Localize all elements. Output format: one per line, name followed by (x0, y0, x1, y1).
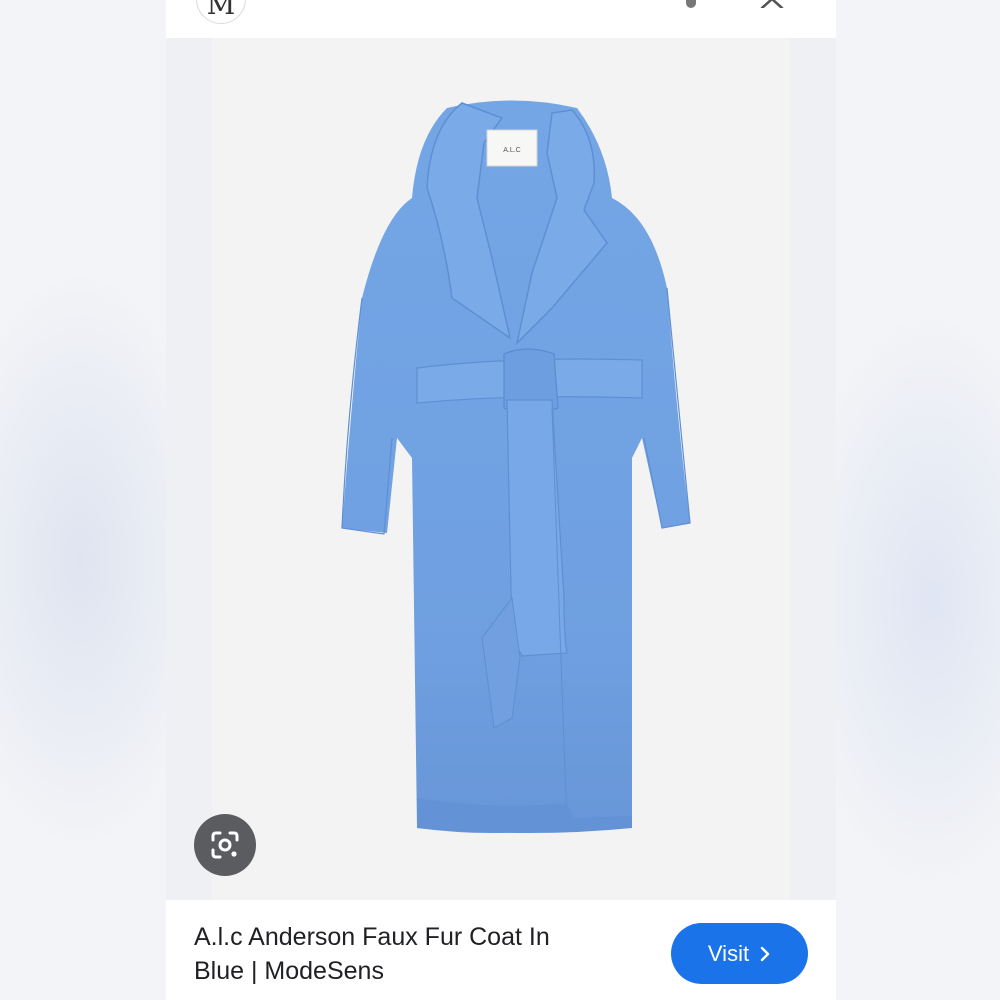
site-avatar[interactable]: M (196, 0, 246, 24)
image-preview[interactable]: A.L.C (166, 38, 836, 900)
visit-label: Visit (707, 940, 750, 966)
result-title[interactable]: A.l.c Anderson Faux Fur Coat In Blue | M… (194, 920, 634, 988)
more-vert-icon[interactable] (686, 0, 696, 8)
coat-label: A.L.C (503, 147, 521, 154)
site-avatar-letter: M (206, 0, 236, 21)
result-caption: A.l.c Anderson Faux Fur Coat In Blue | M… (166, 900, 836, 1000)
result-title-line1: A.l.c Anderson Faux Fur Coat In (194, 923, 550, 951)
chevron-right-icon (760, 946, 770, 961)
visit-button[interactable]: Visit (671, 923, 808, 984)
google-lens-icon (211, 831, 239, 859)
coat-image: A.L.C (341, 100, 691, 833)
top-bar: M (166, 0, 836, 38)
result-title-line2: Blue | ModeSens (194, 957, 384, 985)
result-card: M A.L.C A.l.c Anderson Faux Fur Coat In … (166, 0, 836, 1000)
product-photo: A.L.C (212, 38, 790, 900)
close-icon[interactable] (758, 0, 786, 8)
google-lens-button[interactable] (194, 814, 256, 876)
